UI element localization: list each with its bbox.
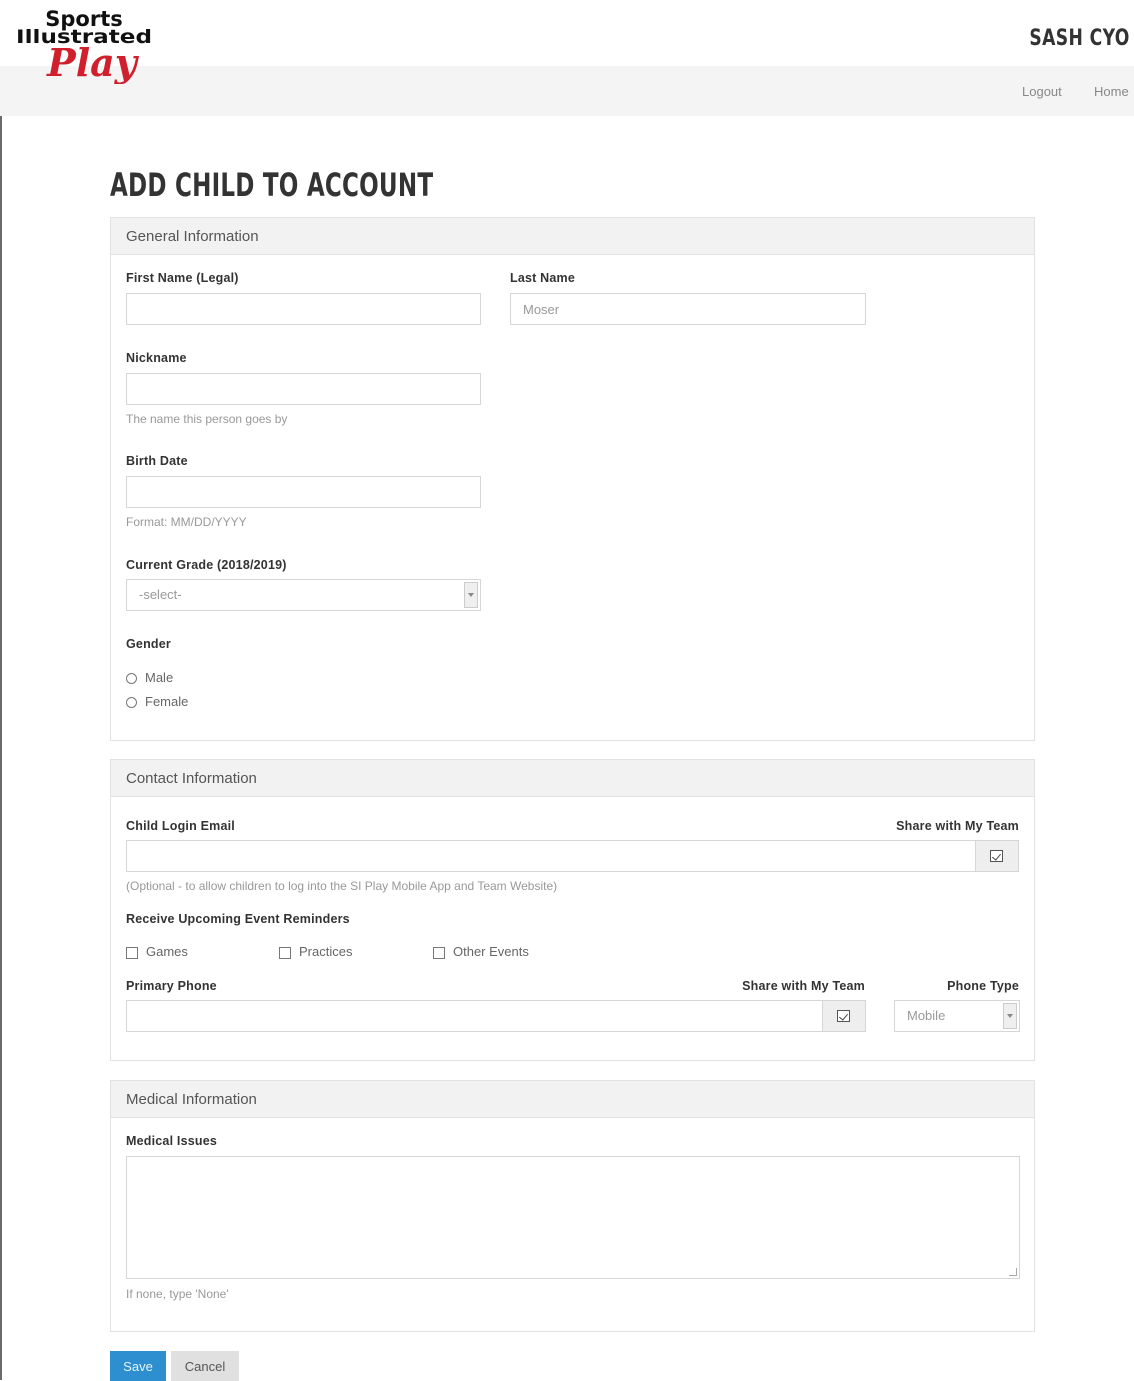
reminder-practices-checkbox[interactable] <box>279 947 291 959</box>
nickname-help: The name this person goes by <box>126 412 288 426</box>
reminder-other-events-checkbox[interactable] <box>433 947 445 959</box>
last-name-input[interactable] <box>510 293 866 325</box>
reminder-practices-label[interactable]: Practices <box>299 944 352 959</box>
logout-link[interactable]: Logout <box>1022 84 1062 99</box>
phone-type-selected-value: Mobile <box>907 1008 946 1023</box>
email-share-toggle[interactable] <box>975 840 1019 872</box>
save-button[interactable]: Save <box>110 1351 166 1381</box>
checkbox-checked-icon[interactable] <box>837 1010 850 1022</box>
checkbox-checked-icon[interactable] <box>990 850 1003 862</box>
birth-date-input[interactable] <box>126 476 481 508</box>
medical-issues-help: If none, type 'None' <box>126 1287 229 1301</box>
first-name-label: First Name (Legal) <box>126 271 239 285</box>
child-email-label: Child Login Email <box>126 819 235 833</box>
primary-phone-input[interactable] <box>126 1000 823 1032</box>
resize-grip-icon[interactable] <box>1009 1268 1017 1276</box>
last-name-label: Last Name <box>510 271 576 285</box>
grade-select[interactable]: -select- <box>126 579 481 611</box>
medical-issues-textarea[interactable] <box>126 1156 1020 1279</box>
child-email-help: (Optional - to allow children to log int… <box>126 879 558 893</box>
organization-name: SASH CYO <box>1029 26 1130 51</box>
nickname-input[interactable] <box>126 373 481 405</box>
grade-label: Current Grade (2018/2019) <box>126 558 287 572</box>
phone-type-label: Phone Type <box>947 979 1019 993</box>
header <box>0 0 1134 66</box>
nickname-label: Nickname <box>126 351 187 365</box>
birth-date-label: Birth Date <box>126 454 188 468</box>
grade-selected-value: -select- <box>139 587 182 602</box>
gender-female-label[interactable]: Female <box>145 694 188 709</box>
reminder-games-checkbox[interactable] <box>126 947 138 959</box>
medical-information-panel: Medical Information Medical Issues If no… <box>110 1080 1035 1332</box>
gender-male-radio[interactable] <box>126 673 137 684</box>
sports-illustrated-play-logo[interactable]: Sports Illustrated Play <box>14 6 156 84</box>
home-link[interactable]: Home <box>1094 84 1129 99</box>
reminder-games-label[interactable]: Games <box>146 944 188 959</box>
gender-female-radio[interactable] <box>126 697 137 708</box>
panel-heading-general: General Information <box>111 218 1034 255</box>
primary-phone-label: Primary Phone <box>126 979 217 993</box>
cancel-button[interactable]: Cancel <box>171 1351 239 1381</box>
birth-date-help: Format: MM/DD/YYYY <box>126 515 247 529</box>
panel-heading-contact: Contact Information <box>111 760 1034 797</box>
panel-heading-medical: Medical Information <box>111 1081 1034 1118</box>
email-share-label: Share with My Team <box>896 819 1019 833</box>
chevron-down-icon[interactable] <box>1003 1003 1017 1029</box>
header-nav-bar <box>0 66 1134 116</box>
reminder-other-events-label[interactable]: Other Events <box>453 944 529 959</box>
phone-share-toggle[interactable] <box>822 1000 866 1032</box>
phone-share-label: Share with My Team <box>742 979 865 993</box>
phone-type-select[interactable]: Mobile <box>894 1000 1020 1032</box>
page-title: ADD CHILD TO ACCOUNT <box>110 166 434 204</box>
medical-issues-label: Medical Issues <box>126 1134 218 1148</box>
reminders-label: Receive Upcoming Event Reminders <box>126 912 350 926</box>
contact-information-panel: Contact Information Child Login Email Sh… <box>110 759 1035 1061</box>
svg-text:Play: Play <box>46 40 140 84</box>
child-email-input[interactable] <box>126 840 976 872</box>
left-border <box>0 0 2 1380</box>
general-information-panel: General Information First Name (Legal) L… <box>110 217 1035 741</box>
first-name-input[interactable] <box>126 293 481 325</box>
chevron-down-icon[interactable] <box>464 582 478 608</box>
gender-male-label[interactable]: Male <box>145 670 173 685</box>
gender-label: Gender <box>126 637 171 651</box>
